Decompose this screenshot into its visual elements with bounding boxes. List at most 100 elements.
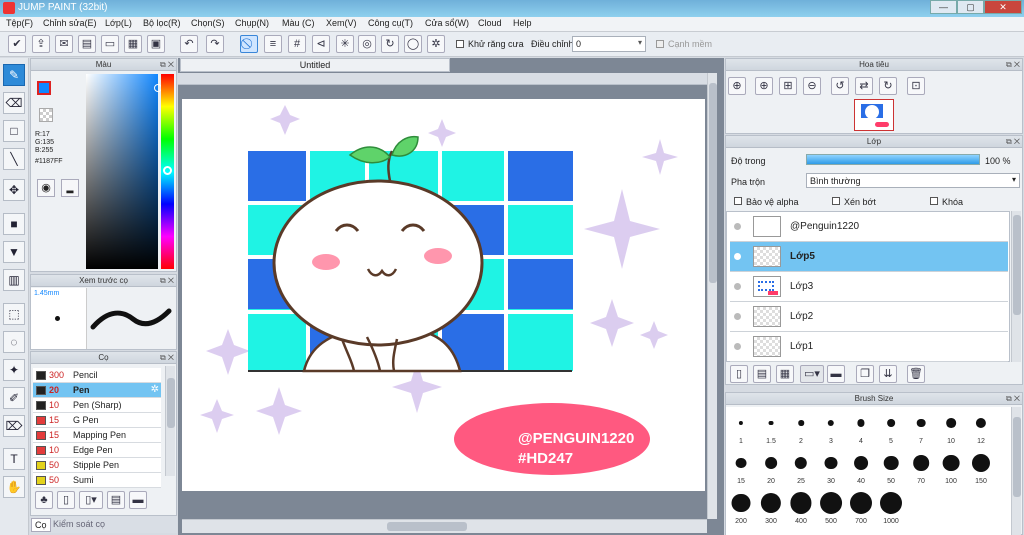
panel-close-icon[interactable]: ⧉ ✕ (1006, 393, 1020, 405)
hue-cursor[interactable] (163, 166, 172, 175)
new-halftone-layer-icon[interactable]: ▦ (776, 365, 794, 383)
brush-size-option[interactable]: 1.5 (756, 411, 786, 445)
layer-row[interactable]: Lớp1 (730, 332, 1008, 362)
panel-close-icon[interactable]: ⧉ ✕ (1006, 136, 1020, 148)
snap-curve-icon[interactable]: ↻ (381, 35, 399, 53)
menu-edit[interactable]: Chỉnh sửa(E) (43, 18, 97, 28)
brush-size-option[interactable]: 500 (816, 491, 846, 525)
menu-capture[interactable]: Chụp(N) (235, 18, 269, 28)
delete-layer-icon[interactable]: 🗑 (907, 365, 925, 383)
drawing-canvas[interactable]: @PENGUIN1220 #HD247 (182, 99, 705, 491)
brush-size-option[interactable]: 3 (816, 411, 846, 445)
select-pen-tool-icon[interactable]: ✐ (3, 387, 25, 409)
brush-size-option[interactable]: 50 (876, 451, 906, 485)
redo-icon[interactable]: ↷ (206, 35, 224, 53)
brush-size-option[interactable]: 20 (756, 451, 786, 485)
brush-list-item[interactable]: 10 Pen (Sharp) (33, 398, 161, 413)
menu-color[interactable]: Màu (C) (282, 18, 315, 28)
visibility-icon[interactable] (734, 223, 741, 230)
menu-cloud[interactable]: Cloud (478, 18, 502, 28)
menu-filter[interactable]: Bộ lọc(R) (143, 18, 181, 28)
brush-tool-icon[interactable]: ✎ (3, 64, 25, 86)
magic-wand-tool-icon[interactable]: ✦ (3, 359, 25, 381)
brush-list-item[interactable]: 20 Pen ✲ (33, 383, 161, 398)
snap-perspective-icon[interactable]: ⊲ (312, 35, 330, 53)
brush-size-option[interactable]: 30 (816, 451, 846, 485)
brush-list-item[interactable]: 15 Mapping Pen (33, 428, 161, 443)
panel-close-icon[interactable]: ⧉ ✕ (160, 275, 174, 287)
close-button[interactable]: ✕ (984, 0, 1022, 14)
snap-off-icon[interactable]: ⃠ (240, 35, 258, 53)
foreground-color-swatch[interactable] (37, 81, 51, 95)
snap-radial-icon[interactable]: ✳ (336, 35, 354, 53)
lock-checkbox[interactable] (930, 197, 938, 205)
visibility-icon[interactable] (734, 283, 741, 290)
soft-edge-checkbox[interactable] (656, 40, 664, 48)
brush-import-icon[interactable]: ▤ (107, 491, 125, 509)
line-tool-icon[interactable]: ╲ (3, 148, 25, 170)
brush-copy-icon[interactable]: ▯▾ (79, 491, 103, 509)
tab-brush[interactable]: Cọ (31, 518, 51, 532)
layer-folder-icon[interactable]: ▬ (827, 365, 845, 383)
document-icon[interactable]: ▭ (101, 35, 119, 53)
layer-row[interactable]: Lớp2 (730, 302, 1008, 332)
layer-list-scrollbar[interactable] (1011, 211, 1021, 362)
zoom-out-icon[interactable]: ⊖ (803, 77, 821, 95)
snap-grid-icon[interactable]: # (288, 35, 306, 53)
opacity-slider[interactable] (806, 154, 980, 165)
menu-view[interactable]: Xem(V) (326, 18, 357, 28)
snap-circle-icon[interactable]: ◎ (358, 35, 376, 53)
palette-icon[interactable]: ◉ (37, 179, 55, 197)
brush-size-option[interactable]: 700 (846, 491, 876, 525)
blend-select[interactable]: Bình thường ▾ (806, 173, 1020, 188)
brush-list-item[interactable]: 300 Pencil (33, 368, 161, 383)
tab-document[interactable]: Untitled (180, 58, 450, 72)
visibility-icon[interactable] (734, 313, 741, 320)
zoom-fit-icon[interactable]: ⊞ (779, 77, 797, 95)
new-vector-layer-icon[interactable]: ▤ (753, 365, 771, 383)
brush-size-option[interactable]: 300 (756, 491, 786, 525)
canvas-vertical-scrollbar[interactable] (707, 73, 717, 519)
zoom-in-icon[interactable]: ⊕ (755, 77, 773, 95)
minimize-button[interactable]: — (930, 0, 957, 14)
maximize-button[interactable]: ▢ (957, 0, 984, 14)
visibility-icon[interactable] (734, 343, 741, 350)
undo-icon[interactable]: ↶ (180, 35, 198, 53)
brush-folder-icon[interactable]: ▬ (129, 491, 147, 509)
eraser-tool-icon[interactable]: ⌫ (3, 92, 25, 114)
select-eraser-tool-icon[interactable]: ⌦ (3, 415, 25, 437)
zoom-actual-icon[interactable]: ⊕ (728, 77, 746, 95)
merge-layer-icon[interactable]: ⇊ (879, 365, 897, 383)
brush-size-option[interactable]: 15 (726, 451, 756, 485)
new-layer-icon[interactable]: ▯ (730, 365, 748, 383)
visibility-icon[interactable] (734, 253, 741, 260)
snap-settings-icon[interactable]: ✲ (427, 35, 445, 53)
brush-settings-gear-icon[interactable]: ✲ (151, 384, 159, 395)
rotate-icon[interactable]: ↺ (831, 77, 849, 95)
antialias-checkbox[interactable] (456, 40, 464, 48)
protect-alpha-checkbox[interactable] (734, 197, 742, 205)
rotate-reset-icon[interactable]: ↻ (879, 77, 897, 95)
brush-size-option[interactable]: 12 (966, 411, 996, 445)
brush-size-option[interactable]: 200 (726, 491, 756, 525)
panel-close-icon[interactable]: ⧉ ✕ (160, 352, 174, 364)
gradient-tool-icon[interactable]: ▥ (3, 269, 25, 291)
snap-ellipse-icon[interactable]: ◯ (404, 35, 422, 53)
brush-size-scrollbar[interactable] (1011, 407, 1021, 535)
brush-new-icon[interactable]: ▯ (57, 491, 75, 509)
layer-row[interactable]: Lớp5✲ (730, 242, 1022, 272)
brush-size-option[interactable]: 150 (966, 451, 996, 485)
page-icon[interactable]: ▦ (124, 35, 142, 53)
brush-size-option[interactable]: 40 (846, 451, 876, 485)
fill-shape-tool-icon[interactable]: ■ (3, 213, 25, 235)
brush-size-option[interactable]: 1000 (876, 491, 906, 525)
hand-tool-icon[interactable]: ✋ (3, 476, 25, 498)
navigator-thumbnail[interactable] (854, 99, 894, 131)
menu-select[interactable]: Chọn(S) (191, 18, 225, 28)
color-history-icon[interactable]: ▂ (61, 179, 79, 197)
panel-close-icon[interactable]: ⧉ ✕ (160, 59, 174, 71)
tab-brush-control[interactable]: Kiểm soát cọ (50, 518, 108, 530)
saturation-value-picker[interactable] (86, 74, 162, 269)
brush-size-option[interactable]: 1 (726, 411, 756, 445)
brush-size-option[interactable]: 400 (786, 491, 816, 525)
